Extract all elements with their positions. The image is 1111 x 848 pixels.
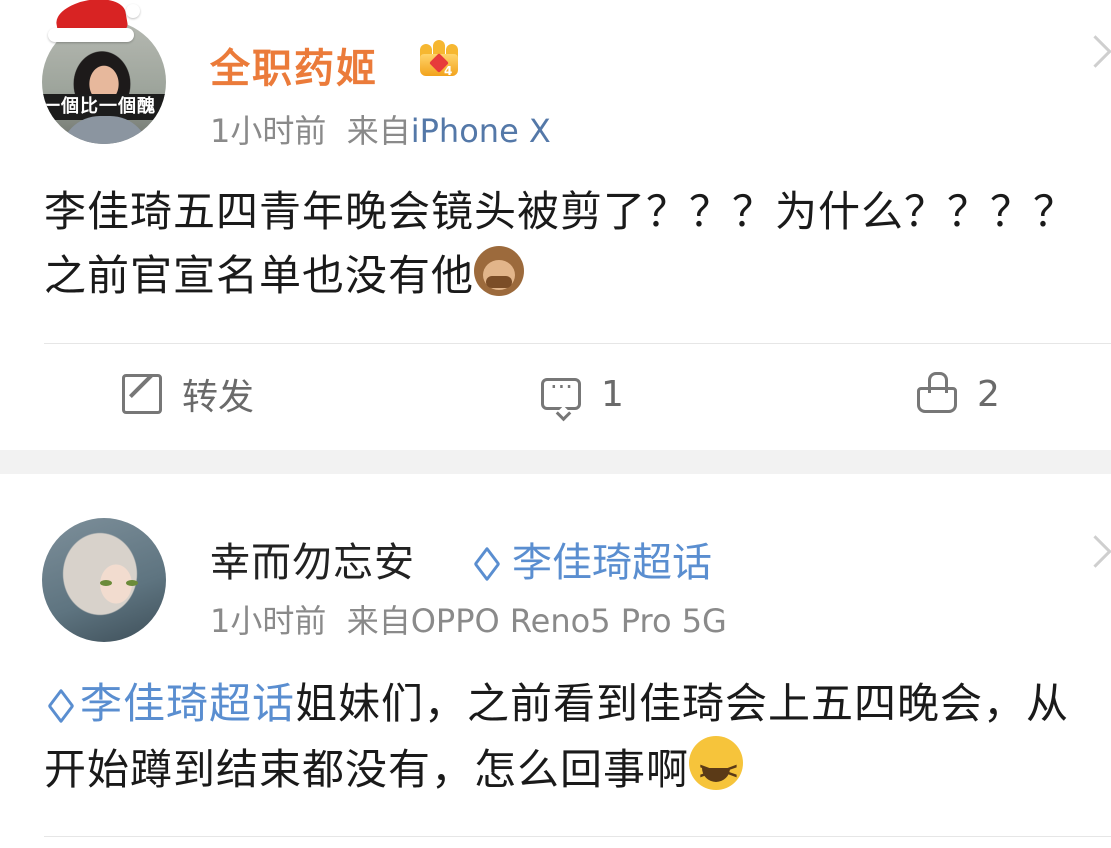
chevron-down-icon[interactable] <box>1079 535 1111 568</box>
avatar[interactable] <box>42 518 166 642</box>
divider <box>44 836 1111 837</box>
post-text: 李佳琦超话姐妹们，之前看到佳琦会上五四晚会，从开始蹲到结束都没有，怎么回事啊 <box>44 672 1094 804</box>
from-label: 来自 <box>346 602 411 640</box>
topic-tag-link[interactable]: 李佳琦超话 <box>470 530 712 588</box>
tired-face-icon <box>689 736 744 804</box>
username[interactable]: 幸而勿忘安 <box>210 530 415 588</box>
diamond-icon <box>470 556 498 574</box>
post-meta: 1小时前 来自OPPO Reno5 Pro 5G <box>210 596 727 642</box>
diamond-icon <box>44 698 72 716</box>
inline-topic-link[interactable]: 李佳琦超话 <box>44 679 295 728</box>
post-source[interactable]: OPPO Reno5 Pro 5G <box>411 602 727 640</box>
post-time: 1小时前 <box>210 602 327 640</box>
post-card: 幸而勿忘安 李佳琦超话 1小时前 来自OPPO Reno5 Pro 5G 李佳琦… <box>0 0 1111 848</box>
